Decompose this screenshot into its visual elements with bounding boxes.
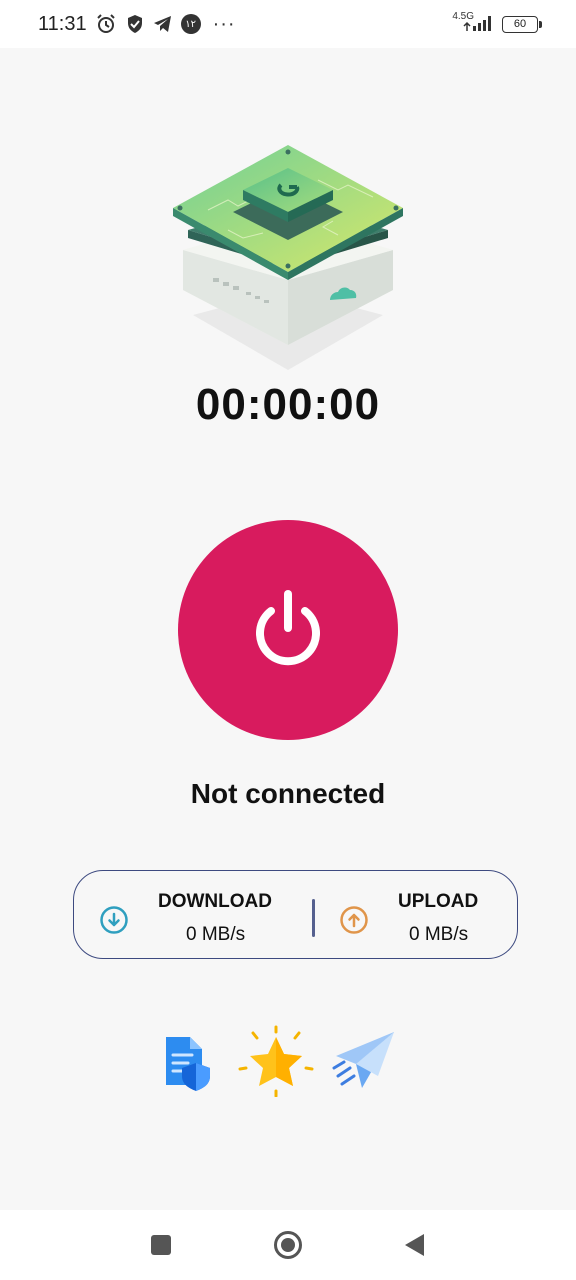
shortcut-bar bbox=[0, 1025, 576, 1100]
system-navigation-bar bbox=[0, 1210, 576, 1280]
upload-value: 0 MB/s bbox=[409, 924, 469, 945]
battery-indicator: 60 bbox=[502, 15, 542, 33]
power-icon bbox=[246, 586, 330, 675]
connection-status: Not connected bbox=[190, 778, 386, 809]
server-illustration bbox=[168, 140, 408, 375]
telegram-icon bbox=[153, 14, 173, 34]
home-circle-icon[interactable] bbox=[273, 1230, 303, 1265]
download-label: DOWNLOAD bbox=[158, 891, 272, 912]
notification-badge: ۱۲ bbox=[180, 14, 201, 34]
shield-check-icon bbox=[125, 14, 145, 34]
power-connect-button[interactable] bbox=[178, 520, 398, 740]
connection-timer: 00:00:00 bbox=[195, 380, 381, 429]
status-bar: 11:31 ۱۲ ··· 4.5G 60 bbox=[0, 0, 576, 48]
more-notifications-icon: ··· bbox=[212, 13, 236, 35]
download-value: 0 MB/s bbox=[186, 924, 246, 945]
recents-square-icon[interactable] bbox=[150, 1234, 172, 1261]
upload-section: UPLOAD 0 MB/s bbox=[315, 871, 519, 960]
arrow-up-circle-icon bbox=[339, 905, 369, 940]
paper-plane-icon[interactable] bbox=[332, 1030, 396, 1097]
arrow-down-circle-icon bbox=[99, 905, 129, 940]
shield-document-icon[interactable] bbox=[162, 1033, 214, 1096]
back-triangle-icon[interactable] bbox=[403, 1233, 425, 1262]
network-type: 4.5G bbox=[452, 10, 474, 22]
speed-panel: DOWNLOAD 0 MB/s UPLOAD 0 MB/s bbox=[73, 870, 518, 959]
upload-label: UPLOAD bbox=[398, 891, 479, 912]
star-icon[interactable] bbox=[237, 1025, 315, 1102]
status-time: 11:31 bbox=[38, 12, 87, 35]
status-notification-icons: ۱۲ bbox=[95, 13, 201, 35]
alarm-icon bbox=[95, 13, 117, 35]
download-section: DOWNLOAD 0 MB/s bbox=[74, 871, 312, 960]
